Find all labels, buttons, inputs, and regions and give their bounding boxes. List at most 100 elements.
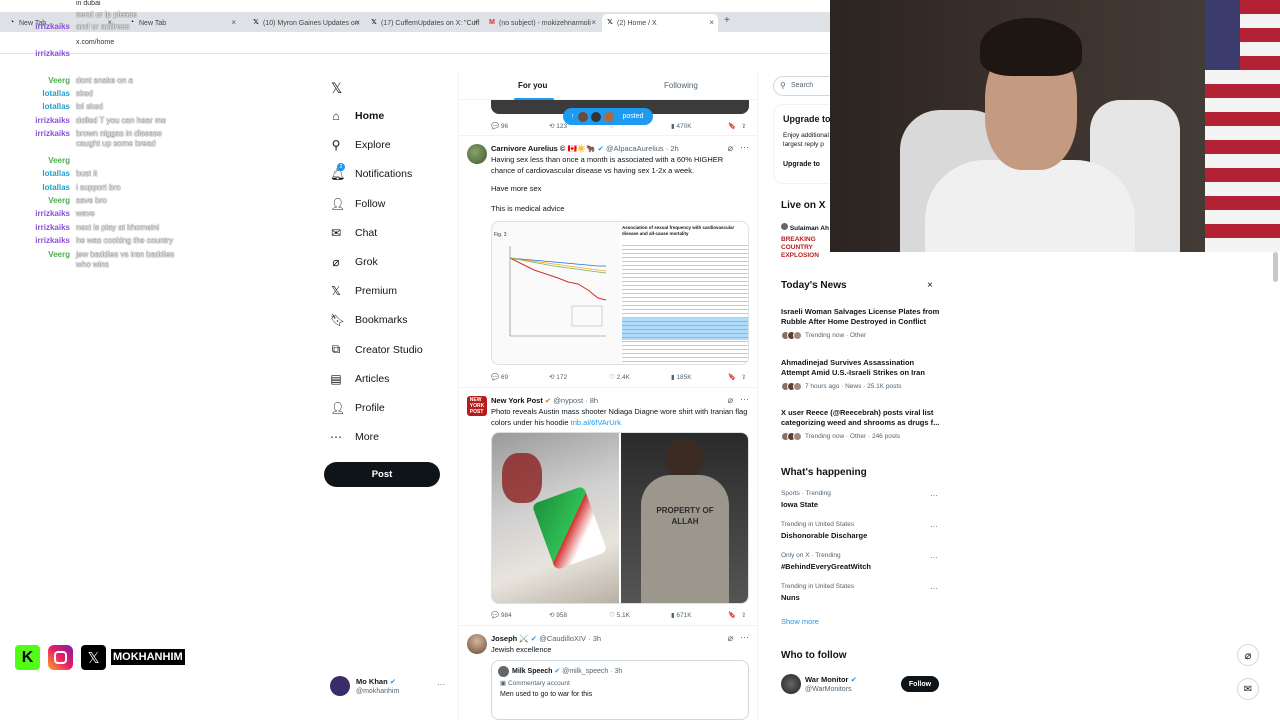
chat-username: Veerg bbox=[48, 76, 70, 85]
media-image[interactable]: Fig. 3 Association of sexual frequency w… bbox=[491, 221, 749, 365]
reply-button[interactable]: 💬 984 bbox=[491, 611, 512, 619]
media-image[interactable]: PROPERTY OF ALLAH bbox=[621, 433, 748, 603]
tweet-text: Jewish excellence bbox=[491, 645, 552, 654]
close-icon[interactable]: × bbox=[927, 280, 933, 291]
chat-username: irrizkaiks bbox=[35, 116, 70, 125]
live-text[interactable]: BREAKING COUNTRY EXPLOSION bbox=[781, 236, 831, 260]
trend-item[interactable]: Nuns bbox=[781, 593, 800, 602]
trend-item[interactable]: Dishonorable Discharge bbox=[781, 531, 867, 540]
repost-button[interactable]: ⟲ 172 bbox=[549, 373, 567, 381]
views-button[interactable]: ▮ 185K bbox=[671, 373, 692, 381]
nav-item-explore[interactable]: ⚲ Explore bbox=[330, 134, 391, 156]
more-options-icon[interactable]: ··· bbox=[740, 394, 749, 404]
bookmark-icon[interactable]: 🔖 bbox=[728, 122, 736, 130]
chat-username: Veerg bbox=[48, 156, 70, 165]
nav-item-profile[interactable]: 👤︎ Profile bbox=[330, 397, 385, 419]
grok-icon[interactable]: ⌀ bbox=[1237, 644, 1259, 666]
avatar[interactable] bbox=[330, 676, 350, 696]
more-options-icon[interactable]: ··· bbox=[930, 491, 938, 500]
bookmark-icon[interactable]: 🔖 bbox=[728, 373, 736, 381]
repost-button[interactable]: ⟲ 958 bbox=[549, 611, 567, 619]
news-headline[interactable]: Israeli Woman Salvages License Plates fr… bbox=[781, 307, 941, 327]
like-button[interactable]: ♡ 2.4K bbox=[609, 373, 630, 381]
figure-panel: Fig. 3 bbox=[492, 222, 620, 364]
reply-button[interactable]: 💬 69 bbox=[491, 373, 508, 381]
x-logo-icon[interactable]: 𝕏 bbox=[331, 80, 342, 97]
more-options-icon[interactable]: ··· bbox=[930, 522, 938, 531]
like-button[interactable]: ♡ 5.1K bbox=[609, 611, 630, 619]
mail-icon[interactable]: ✉ bbox=[1237, 678, 1259, 700]
quote-header: Milk Speech ✔ @milk_speech · 3h bbox=[512, 668, 623, 675]
grok-icon[interactable]: ⌀ bbox=[728, 395, 733, 406]
like-button[interactable]: ♡ bbox=[609, 122, 615, 130]
avatar[interactable] bbox=[467, 144, 487, 164]
avatar[interactable] bbox=[467, 634, 487, 654]
more-options-icon[interactable]: ··· bbox=[740, 142, 749, 152]
tab-x-home[interactable]: 𝕏 (2) Home / X × bbox=[602, 14, 718, 32]
close-icon[interactable]: × bbox=[709, 18, 714, 27]
nav-item-creator-studio[interactable]: ⧉ Creator Studio bbox=[330, 339, 423, 361]
media-image[interactable] bbox=[492, 433, 619, 603]
tab-gmail[interactable]: M (no subject) - mokizehnarmoli × bbox=[484, 14, 600, 32]
nav-item-home[interactable]: ⌂ Home bbox=[330, 105, 384, 127]
nav-item-grok[interactable]: ⌀ Grok bbox=[330, 251, 377, 273]
views-button[interactable]: ▮ 671K bbox=[671, 611, 692, 619]
follow-button[interactable]: Follow bbox=[901, 676, 939, 692]
trend-item[interactable]: Iowa State bbox=[781, 500, 818, 509]
close-icon[interactable]: × bbox=[231, 18, 236, 27]
avatar bbox=[793, 331, 802, 340]
chat-message: irrizkaiks brown niggas in disease caught… bbox=[0, 129, 186, 149]
tab-for-you[interactable]: For you bbox=[518, 81, 547, 90]
nav-item-articles[interactable]: ▤ Articles bbox=[330, 368, 389, 390]
tweet[interactable]: Joseph ⚔️ ✔ @CaudilloXIV · 3h ⌀ ··· Jewi… bbox=[459, 626, 757, 720]
grok-icon[interactable]: ⌀ bbox=[728, 633, 733, 644]
tab-myron[interactable]: 𝕏 (10) Myron Gaines Updates on × bbox=[248, 14, 364, 32]
tweet[interactable]: NEW YORK POST New York Post ✔ @nypost · 8h… bbox=[459, 388, 757, 626]
close-icon[interactable]: × bbox=[591, 18, 596, 27]
nav-item-chat[interactable]: ✉ Chat bbox=[330, 222, 377, 244]
tweet[interactable]: Carnivore Aurelius © 🇨🇦☀️🐂 ✔ @AlpacaAure… bbox=[459, 136, 757, 388]
search-input[interactable]: ⚲ Search bbox=[773, 76, 833, 96]
share-icon[interactable]: ⇪ bbox=[741, 373, 746, 381]
bookmark-icon[interactable]: 🔖 bbox=[728, 611, 736, 619]
tab-following[interactable]: Following bbox=[664, 81, 698, 90]
quote-tweet[interactable]: Milk Speech ✔ @milk_speech · 3h ▣ Commen… bbox=[491, 660, 749, 720]
chat-username: irrizkaiks bbox=[35, 223, 70, 232]
close-icon[interactable]: × bbox=[355, 18, 360, 27]
tab-cuffem[interactable]: 𝕏 (17) CuffemUpdates on X: "Cuff × bbox=[366, 14, 482, 32]
repost-button[interactable]: ⟲ 123 bbox=[549, 122, 567, 130]
views-button[interactable]: ▮ 470K bbox=[671, 122, 692, 130]
account-menu-button[interactable]: ··· bbox=[437, 680, 445, 689]
chat-message: Veerg save bro bbox=[0, 196, 106, 206]
close-icon[interactable]: × bbox=[473, 18, 478, 27]
scrollbar[interactable] bbox=[1273, 252, 1278, 282]
tab-label: (17) CuffemUpdates on X: "Cuff bbox=[381, 19, 480, 27]
live-host[interactable]: Sulaiman Ah bbox=[781, 223, 829, 232]
news-headline[interactable]: X user Reece (@Reecebrah) posts viral li… bbox=[781, 408, 941, 428]
more-options-icon[interactable]: ··· bbox=[930, 584, 938, 593]
share-icon[interactable]: ⇪ bbox=[741, 611, 746, 619]
share-icon[interactable]: ⇪ bbox=[741, 122, 746, 130]
avatar[interactable] bbox=[781, 674, 801, 694]
post-button[interactable]: Post bbox=[324, 462, 440, 487]
us-flag-canton bbox=[1205, 0, 1240, 70]
nav-item-bookmarks[interactable]: 🔖︎ Bookmarks bbox=[330, 309, 408, 331]
upgrade-button[interactable]: Upgrade to bbox=[783, 161, 820, 168]
nav-item-more[interactable]: ⋯ More bbox=[330, 426, 379, 448]
avatar bbox=[603, 111, 614, 122]
nav-item-notifications[interactable]: 🔔︎ 2 Notifications bbox=[330, 163, 412, 185]
nav-item-follow[interactable]: 👤︎ Follow bbox=[330, 193, 385, 215]
grok-icon[interactable]: ⌀ bbox=[728, 143, 733, 154]
news-headline[interactable]: Ahmadinejad Survives Assassination Attem… bbox=[781, 358, 941, 378]
new-tab-button[interactable]: + bbox=[724, 15, 730, 26]
more-options-icon[interactable]: ··· bbox=[930, 553, 938, 562]
trend-item[interactable]: #BehindEveryGreatWitch bbox=[781, 562, 871, 571]
pill-label: posted bbox=[622, 113, 644, 120]
nav-item-premium[interactable]: 𝕏 Premium bbox=[330, 280, 397, 302]
show-more-link[interactable]: Show more bbox=[781, 617, 819, 626]
reply-button[interactable]: 💬 96 bbox=[491, 122, 508, 130]
premium-title: Upgrade to bbox=[783, 114, 831, 124]
tweet-link[interactable]: trib.al/6fVArUrk bbox=[571, 418, 621, 427]
nypost-logo-icon[interactable]: NEW YORK POST bbox=[467, 396, 487, 416]
more-options-icon[interactable]: ··· bbox=[740, 632, 749, 642]
